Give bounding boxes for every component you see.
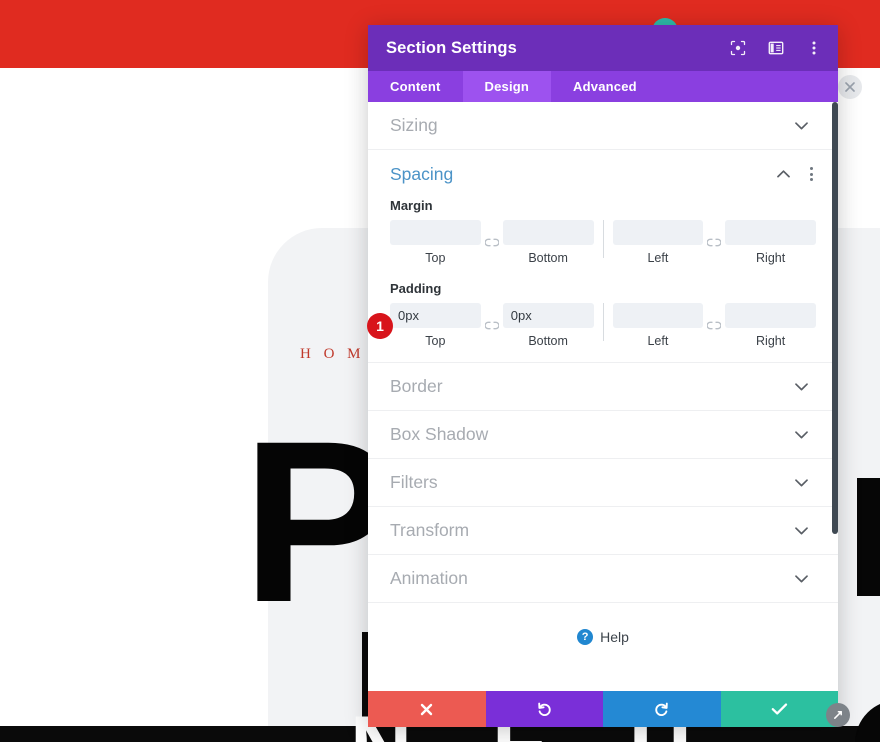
chevron-down-icon[interactable] (794, 119, 808, 133)
tab-design[interactable]: Design (462, 71, 552, 102)
tab-content[interactable]: Content (368, 71, 463, 102)
modal-footer[interactable] (368, 691, 838, 727)
section-spacing[interactable]: Spacing Margin Top Bottom Left Right Pad… (368, 150, 838, 363)
annotation-badge-1: 1 (367, 313, 393, 339)
scrollbar-thumb[interactable] (832, 102, 838, 534)
margin-right-wrap: Right (725, 220, 816, 265)
section-label-filters: Filters (390, 472, 438, 492)
margin-horizontal-pair[interactable]: Left Right (612, 220, 816, 265)
help-icon: ? (577, 629, 594, 645)
section-row-box-shadow[interactable]: Box Shadow (368, 411, 838, 459)
section-row-spacing[interactable]: Spacing (368, 150, 838, 198)
help-row[interactable]: ? Help (368, 603, 838, 645)
link-values-icon[interactable] (703, 313, 725, 338)
margin-right-input[interactable] (725, 220, 816, 245)
margin-top-input[interactable] (390, 220, 481, 245)
margin-bottom-input[interactable] (502, 220, 594, 245)
section-row-filters[interactable]: Filters (368, 459, 838, 507)
padding-horizontal-pair[interactable]: Left Right (612, 303, 816, 348)
chevron-down-icon[interactable] (794, 380, 808, 394)
link-values-icon[interactable] (703, 230, 725, 255)
section-row-sizing[interactable]: Sizing (368, 102, 838, 150)
padding-left-wrap: Left (612, 303, 704, 348)
field-divider (602, 303, 604, 341)
padding-vertical-pair[interactable]: 0px Top 0px Bottom (390, 303, 594, 348)
modal-header[interactable]: Section Settings (368, 25, 838, 71)
margin-top-label: Top (425, 251, 446, 265)
margin-right-label: Right (756, 251, 786, 265)
undo-button[interactable] (485, 691, 603, 727)
padding-right-input[interactable] (725, 303, 816, 328)
section-label-spacing: Spacing (390, 163, 454, 184)
link-values-icon[interactable] (481, 230, 503, 255)
padding-right-wrap: Right (725, 303, 816, 348)
margin-left-label: Left (647, 251, 669, 265)
modal-header-actions[interactable] (728, 38, 824, 58)
focus-target-icon[interactable] (728, 38, 748, 58)
margin-bottom-label: Bottom (528, 251, 568, 265)
kebab-menu-icon[interactable] (804, 38, 824, 58)
margin-top-wrap: Top (390, 220, 481, 265)
padding-fields[interactable]: 0px Top 0px Bottom Left Right (390, 303, 816, 348)
field-divider (602, 220, 604, 258)
padding-right-label: Right (756, 334, 786, 348)
padding-label: Padding (390, 281, 442, 296)
margin-fields[interactable]: Top Bottom Left Right (390, 220, 816, 265)
section-label-sizing: Sizing (390, 115, 438, 135)
modal-scrollbar[interactable] (832, 102, 838, 691)
close-circle-icon[interactable] (838, 75, 862, 99)
padding-left-input[interactable] (612, 303, 704, 328)
tab-advanced[interactable]: Advanced (551, 71, 659, 102)
margin-vertical-pair[interactable]: Top Bottom (390, 220, 594, 265)
discard-button[interactable] (368, 691, 486, 727)
section-label-box-shadow: Box Shadow (390, 424, 489, 444)
section-row-border[interactable]: Border (368, 363, 838, 411)
section-label-animation: Animation (390, 568, 468, 588)
padding-bottom-input[interactable]: 0px (502, 303, 594, 328)
padding-bottom-wrap: 0px Bottom (502, 303, 594, 348)
chevron-down-icon[interactable] (794, 476, 808, 490)
page-title: Section Settings (386, 38, 517, 57)
help-label[interactable]: Help (600, 629, 629, 645)
chevron-down-icon[interactable] (794, 428, 808, 442)
link-values-icon[interactable] (481, 313, 503, 338)
padding-top-wrap: 0px Top (390, 303, 481, 348)
chevron-down-icon[interactable] (794, 524, 808, 538)
modal-tab-bar[interactable]: Content Design Advanced (368, 71, 838, 102)
save-button[interactable] (720, 691, 838, 727)
section-row-transform[interactable]: Transform (368, 507, 838, 555)
redo-button[interactable] (603, 691, 721, 727)
padding-group[interactable]: Padding 0px Top 0px Bottom Left Right (368, 273, 838, 362)
section-settings-modal[interactable]: Section Settings Content Design Advanced… (368, 25, 838, 727)
section-row-animation[interactable]: Animation (368, 555, 838, 603)
margin-left-wrap: Left (612, 220, 704, 265)
section-label-border: Border (390, 376, 443, 396)
margin-left-input[interactable] (612, 220, 704, 245)
padding-top-label: Top (425, 334, 446, 348)
margin-group[interactable]: Margin Top Bottom Left Right (368, 198, 838, 273)
decorative-black-block (857, 478, 880, 596)
layout-panel-icon[interactable] (766, 38, 786, 58)
section-label-transform: Transform (390, 520, 470, 540)
modal-body[interactable]: Sizing Spacing Margin Top Bottom Left Ri… (368, 102, 838, 691)
margin-label: Margin (390, 198, 433, 213)
padding-left-label: Left (647, 334, 669, 348)
section-options-icon[interactable] (804, 167, 818, 181)
chevron-up-icon[interactable] (776, 167, 790, 181)
chevron-down-icon[interactable] (794, 572, 808, 586)
padding-top-input[interactable]: 0px (390, 303, 481, 328)
resize-diagonal-icon[interactable] (826, 703, 850, 727)
padding-bottom-label: Bottom (528, 334, 568, 348)
margin-bottom-wrap: Bottom (502, 220, 594, 265)
